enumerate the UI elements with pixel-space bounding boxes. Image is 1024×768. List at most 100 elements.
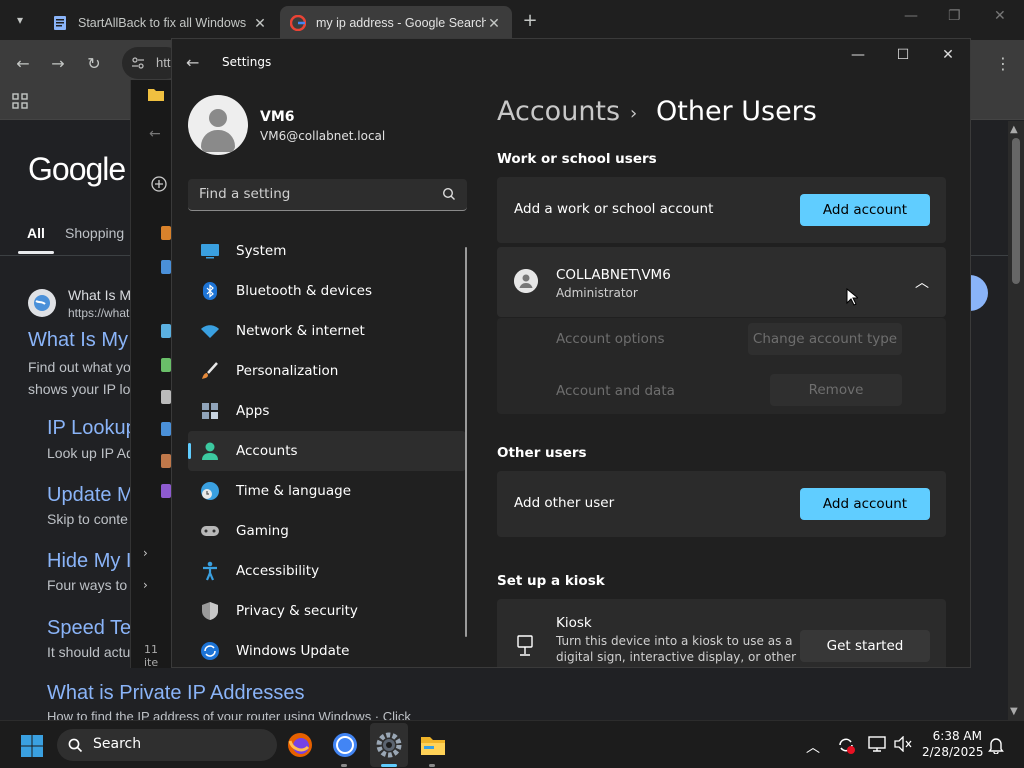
nav-item-system[interactable]: System	[188, 231, 466, 271]
tab-title: my ip address - Google Search	[316, 16, 486, 30]
account-name: COLLABNET\VM6	[556, 267, 671, 283]
nav-item-bluetooth[interactable]: Bluetooth & devices	[188, 271, 466, 311]
add-work-account-button[interactable]: Add account	[800, 194, 930, 226]
nav-item-apps[interactable]: Apps	[188, 391, 466, 431]
back-arrow-icon[interactable]: ←	[12, 52, 34, 74]
new-tab-icon[interactable]: +	[518, 8, 542, 32]
nav-scrollbar[interactable]	[465, 247, 467, 637]
search-tab-shopping[interactable]: Shopping	[65, 225, 124, 241]
site-settings-icon[interactable]	[131, 56, 145, 70]
settings-maximize-icon[interactable]: ☐	[893, 47, 913, 63]
result-snippet: It should actu	[47, 644, 131, 660]
scroll-down-icon[interactable]: ▼	[1010, 706, 1018, 717]
wifi-icon	[200, 321, 220, 341]
remove-account-button[interactable]: Remove	[770, 374, 902, 406]
apps-grid-icon[interactable]	[12, 93, 28, 109]
firefox-icon[interactable]	[286, 731, 314, 759]
document-favicon-icon	[54, 16, 66, 30]
browser-tab-google-search[interactable]: my ip address - Google Search ✕	[280, 6, 512, 40]
nav-item-windows-update[interactable]: Windows Update	[188, 631, 466, 667]
nav-item-label: Accessibility	[236, 563, 320, 579]
result-heading-link[interactable]: Speed Te	[47, 617, 131, 640]
chrome-icon[interactable]	[331, 731, 359, 759]
page-scrollbar-thumb[interactable]	[1012, 138, 1020, 284]
kiosk-get-started-button[interactable]: Get started	[800, 630, 930, 662]
browser-tab-startallback[interactable]: StartAllBack to fix all Windows ✕	[42, 6, 278, 40]
collapse-chevron-up-icon[interactable]: ︿	[915, 272, 929, 292]
account-data-label: Account and data	[556, 383, 675, 399]
explorer-back-icon[interactable]: ←	[149, 126, 161, 142]
taskbar-search-box[interactable]: Search	[57, 729, 277, 761]
nav-item-personalization[interactable]: Personalization	[188, 351, 466, 391]
add-other-user-button[interactable]: Add account	[800, 488, 930, 520]
nav-item-accessibility[interactable]: Accessibility	[188, 551, 466, 591]
result-heading-link[interactable]: IP Lookup	[47, 417, 137, 440]
change-account-type-button[interactable]: Change account type	[748, 323, 902, 355]
music-folder-icon[interactable]	[161, 454, 171, 468]
nav-item-label: Network & internet	[236, 323, 365, 339]
forward-arrow-icon[interactable]: →	[47, 52, 69, 74]
browser-close-icon[interactable]: ✕	[994, 8, 1006, 24]
nav-item-time-language[interactable]: Time & language	[188, 471, 466, 511]
search-tab-all[interactable]: All	[27, 225, 45, 241]
notification-bell-icon[interactable]	[988, 736, 1004, 754]
downloads-folder-icon[interactable]	[161, 358, 171, 372]
reload-icon[interactable]: ↻	[83, 52, 105, 74]
volume-muted-icon[interactable]	[894, 736, 912, 752]
file-explorer-window[interactable]: ← › › 11 ite	[130, 80, 172, 669]
settings-gear-icon[interactable]	[375, 731, 403, 759]
page-title: Other Users	[656, 96, 817, 127]
pictures-folder-icon[interactable]	[161, 422, 171, 436]
file-explorer-icon[interactable]	[419, 731, 447, 759]
address-text: htt	[156, 55, 171, 70]
tab-search-chevron-icon[interactable]: ▾	[8, 8, 32, 32]
scroll-up-icon[interactable]: ▲	[1010, 124, 1018, 135]
add-circle-icon[interactable]	[151, 176, 167, 192]
result-heading-link[interactable]: Update M	[47, 484, 134, 507]
shield-icon	[200, 601, 220, 621]
gallery-icon[interactable]	[161, 260, 171, 274]
close-tab-icon[interactable]: ✕	[252, 15, 268, 32]
user-avatar[interactable]	[188, 95, 248, 155]
desktop-folder-icon[interactable]	[161, 324, 171, 338]
kiosk-card: Kiosk Turn this device into a kiosk to u…	[497, 599, 946, 667]
browser-menu-icon[interactable]: ⋮	[992, 52, 1014, 74]
result-snippet: Look up IP Ad	[47, 445, 134, 461]
google-logo[interactable]: Google	[28, 151, 126, 188]
result-heading-link[interactable]: What Is My	[28, 329, 128, 352]
expand-chevron-icon[interactable]: ›	[143, 546, 148, 560]
breadcrumb-separator: ›	[630, 103, 638, 124]
breadcrumb-accounts[interactable]: Accounts	[497, 96, 620, 127]
settings-back-icon[interactable]: ←	[186, 53, 199, 72]
collabnet-account-card[interactable]: COLLABNET\VM6 Administrator ︿	[497, 247, 946, 317]
browser-minimize-icon[interactable]: —	[904, 8, 918, 24]
expand-chevron-icon[interactable]: ›	[143, 578, 148, 592]
brush-icon	[200, 361, 220, 381]
find-setting-input[interactable]: Find a setting	[188, 179, 467, 211]
taskbar-clock[interactable]: 6:38 AM 2/28/2025	[922, 728, 984, 760]
result-snippet: Find out what yo	[28, 359, 131, 375]
result-heading-link[interactable]: What is Private IP Addresses	[47, 682, 305, 705]
settings-minimize-icon[interactable]: —	[848, 47, 868, 63]
search-icon[interactable]	[442, 187, 456, 201]
browser-restore-icon[interactable]: ❐	[948, 8, 961, 24]
nav-item-accounts[interactable]: Accounts	[188, 431, 466, 471]
windows-start-icon[interactable]	[20, 734, 44, 758]
nav-item-gaming[interactable]: Gaming	[188, 511, 466, 551]
documents-folder-icon[interactable]	[161, 390, 171, 404]
nav-item-privacy-security[interactable]: Privacy & security	[188, 591, 466, 631]
show-hidden-icons-chevron-icon[interactable]: ︿	[806, 737, 820, 757]
nav-item-network[interactable]: Network & internet	[188, 311, 466, 351]
videos-folder-icon[interactable]	[161, 484, 171, 498]
settings-close-icon[interactable]: ✕	[938, 47, 958, 63]
result-heading-link[interactable]: Hide My I	[47, 550, 131, 573]
network-display-icon[interactable]	[868, 736, 886, 752]
kiosk-description: Turn this device into a kiosk to use as …	[556, 634, 793, 648]
sync-alert-icon[interactable]	[836, 735, 856, 755]
add-other-user-label: Add other user	[514, 495, 615, 511]
globe-clock-icon	[200, 481, 220, 501]
close-tab-icon[interactable]: ✕	[486, 15, 502, 32]
home-icon[interactable]	[161, 226, 171, 240]
search-icon	[68, 738, 83, 753]
clock-date: 2/28/2025	[922, 745, 984, 759]
